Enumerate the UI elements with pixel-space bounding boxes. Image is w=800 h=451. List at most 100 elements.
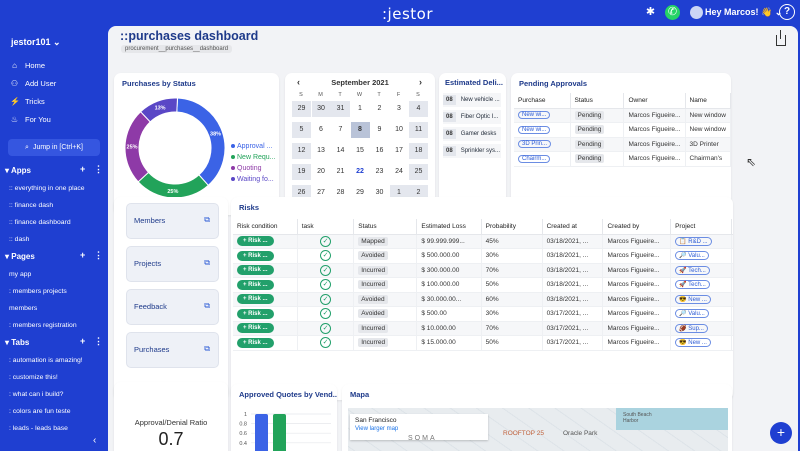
calendar-day[interactable]: 25 xyxy=(409,164,428,180)
help-button[interactable]: ? xyxy=(779,4,795,20)
column-header[interactable]: Purchase xyxy=(514,93,571,109)
table-cell[interactable]: + Risk ... xyxy=(233,248,298,264)
collapse-sidebar-icon[interactable]: ‹ xyxy=(93,435,96,446)
table-cell[interactable]: 🚀 Tech... xyxy=(670,263,733,278)
calendar-day[interactable]: 15 xyxy=(351,143,370,159)
calendar-day[interactable]: 9 xyxy=(370,122,389,138)
table-cell[interactable]: + Risk ... xyxy=(233,306,298,322)
add-page-button[interactable]: + xyxy=(80,250,85,260)
column-header[interactable]: Status xyxy=(353,219,418,235)
delivery-row[interactable]: 08 Gamer desks xyxy=(443,127,501,141)
calendar-day[interactable]: 4 xyxy=(409,101,428,117)
table-row[interactable]: + Risk ... ✓ Incurred $ 100.000.00 50% 03/18/… xyxy=(233,277,733,293)
table-row[interactable]: + Risk ... ✓ Avoided $ 500.00 30% 03/17/2021,… xyxy=(233,306,733,322)
next-month-icon[interactable]: › xyxy=(419,77,422,87)
members-link-card[interactable]: Members ⧉ xyxy=(126,203,219,239)
calendar-day[interactable]: 14 xyxy=(331,143,350,159)
sidebar-app-link[interactable]: :: dash xyxy=(9,236,29,243)
sidebar-tab-link[interactable]: : colors are fun teste xyxy=(9,408,71,415)
project-link[interactable]: 😎 New ... xyxy=(675,294,711,304)
sidebar-app-link[interactable]: :: finance dash xyxy=(9,202,53,209)
table-cell[interactable]: New wi... xyxy=(514,108,571,123)
calendar-day[interactable]: 17 xyxy=(390,143,409,159)
table-cell[interactable]: + Risk ... xyxy=(233,321,298,336)
table-row[interactable]: + Risk ... ✓ Incurred $ 15.000.00 50% 03/17/2… xyxy=(233,335,733,351)
view-larger-map-link[interactable]: View larger map xyxy=(355,426,483,432)
column-header[interactable]: Status xyxy=(570,93,625,109)
project-link[interactable]: 🚀 Tech... xyxy=(675,265,710,275)
purchases-link-card[interactable]: Purchases ⧉ xyxy=(126,332,219,368)
check-icon[interactable]: ✓ xyxy=(320,235,331,247)
add-app-button[interactable]: + xyxy=(80,164,85,174)
bar[interactable] xyxy=(255,414,268,451)
calendar-day[interactable]: 12 xyxy=(292,143,311,159)
column-header[interactable]: Probability xyxy=(481,219,543,235)
column-header[interactable]: task xyxy=(297,219,355,235)
calendar-day[interactable]: 1 xyxy=(351,101,370,117)
apps-section-toggle[interactable]: ▾ Apps xyxy=(5,166,31,175)
sidebar-page-link[interactable]: : members projects xyxy=(9,288,67,295)
tabs-section-toggle[interactable]: ▾ Tabs xyxy=(5,338,29,347)
risk-condition-button[interactable]: + Risk ... xyxy=(237,236,274,247)
table-cell[interactable]: + Risk ... xyxy=(233,234,298,249)
table-cell[interactable]: New wi... xyxy=(514,122,571,138)
calendar-day[interactable]: 21 xyxy=(331,164,350,180)
nav-for-you[interactable]: ♨ For You xyxy=(10,112,51,126)
risk-condition-button[interactable]: + Risk ... xyxy=(237,265,274,276)
user-menu[interactable]: Hey Marcos! 👋 ⌄ xyxy=(705,7,782,18)
calendar-day[interactable]: 18 xyxy=(409,143,428,159)
risk-condition-button[interactable]: + Risk ... xyxy=(237,279,274,290)
sidebar-tab-link[interactable]: : automation is amazing! xyxy=(9,357,83,364)
calendar-day[interactable]: 23 xyxy=(370,164,389,180)
delivery-row[interactable]: 08 New vehicle ... xyxy=(443,93,501,107)
tabs-more-icon[interactable]: ⋮ xyxy=(94,336,103,347)
project-link[interactable]: 🚀 Tech... xyxy=(675,280,710,290)
table-cell[interactable]: + Risk ... xyxy=(233,277,298,293)
add-widget-button[interactable]: + xyxy=(770,422,792,444)
purchase-link[interactable]: New wi... xyxy=(518,111,551,120)
table-row[interactable]: + Risk ... ✓ Avoided $ 30.000.00... 60% 03/18… xyxy=(233,292,733,307)
whatsapp-icon[interactable]: ✆ xyxy=(665,5,680,20)
calendar-day[interactable]: 7 xyxy=(331,122,350,138)
project-link[interactable]: 🏈 Sup... xyxy=(675,323,708,333)
org-switcher[interactable]: jestor101 ⌄ xyxy=(11,37,61,48)
column-header[interactable]: Created by xyxy=(602,219,672,235)
app-logo[interactable]: :jestor xyxy=(382,5,433,23)
table-cell[interactable]: 3D Prin... xyxy=(514,137,571,152)
check-icon[interactable]: ✓ xyxy=(320,293,331,305)
purchase-link[interactable]: New wi... xyxy=(518,125,551,134)
projects-link-card[interactable]: Projects ⧉ xyxy=(126,246,219,282)
avatar[interactable] xyxy=(690,6,703,19)
check-icon[interactable]: ✓ xyxy=(320,337,331,349)
pages-more-icon[interactable]: ⋮ xyxy=(94,250,103,261)
calendar-day[interactable]: 2 xyxy=(370,101,389,117)
table-row[interactable]: New wi... Pending Marcos Figueire... New… xyxy=(514,122,731,138)
risk-condition-button[interactable]: + Risk ... xyxy=(237,250,274,261)
table-cell[interactable]: 🚀 Tech... xyxy=(670,277,733,293)
calendar-day[interactable]: 6 xyxy=(312,122,331,138)
sidebar-app-link[interactable]: :: everything in one place xyxy=(9,185,85,192)
risk-condition-button[interactable]: + Risk ... xyxy=(237,323,274,334)
sidebar-tab-link[interactable]: : leads - leads base xyxy=(9,425,68,432)
sidebar-tab-link[interactable]: : customize this! xyxy=(9,374,58,381)
table-row[interactable]: + Risk ... ✓ Incurred $ 300.000.00 70% 03/18/… xyxy=(233,263,733,278)
table-row[interactable]: + Risk ... ✓ Incurred $ 10.000.00 70% 03/17/2… xyxy=(233,321,733,336)
calendar-day[interactable]: 3 xyxy=(390,101,409,117)
check-icon[interactable]: ✓ xyxy=(320,308,331,320)
column-header[interactable]: Owner xyxy=(623,93,686,109)
project-link[interactable]: 📋 R&D ... xyxy=(675,236,712,246)
calendar-day[interactable]: 24 xyxy=(390,164,409,180)
delivery-row[interactable]: 08 Sprinkler sys... xyxy=(443,144,501,158)
table-cell[interactable]: + Risk ... xyxy=(233,335,298,351)
bar[interactable] xyxy=(273,414,286,451)
calendar-day[interactable]: 31 xyxy=(331,101,350,117)
table-row[interactable]: 3D Prin... Pending Marcos Figueire... 3D… xyxy=(514,137,731,152)
table-cell[interactable]: 😎 New ... xyxy=(670,292,733,307)
table-cell[interactable]: 😎 New ... xyxy=(670,335,733,351)
calendar-day[interactable]: 11 xyxy=(409,122,428,138)
column-header[interactable]: Name xyxy=(731,219,733,235)
settings-icon[interactable]: ✱ xyxy=(643,5,658,20)
calendar-day[interactable]: 16 xyxy=(370,143,389,159)
risk-condition-button[interactable]: + Risk ... xyxy=(237,308,274,319)
check-icon[interactable]: ✓ xyxy=(320,279,331,291)
